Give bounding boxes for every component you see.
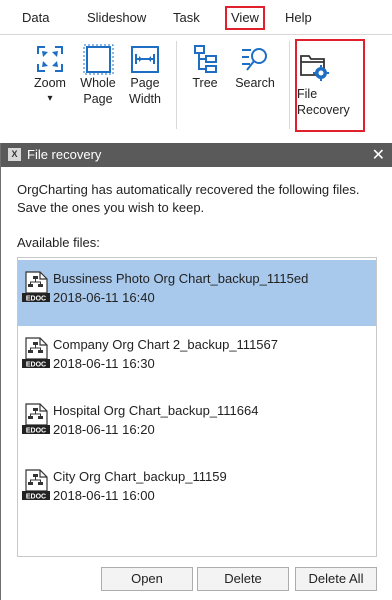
file-recovery-dialog: X File recovery ✕ OrgCharting has automa…	[0, 143, 392, 600]
whole-page-label-1: Whole	[80, 76, 116, 90]
delete-all-button[interactable]: Delete All	[295, 567, 377, 591]
whole-page-icon	[83, 44, 114, 75]
page-width-label-2: Width	[129, 92, 161, 106]
file-recovery-icon	[300, 55, 329, 81]
file-date: 2018-06-11 16:00	[53, 488, 155, 503]
file-date: 2018-06-11 16:30	[53, 356, 155, 371]
edoc-badge-text: EDOC	[26, 428, 46, 435]
file-list-item[interactable]: EDOC City Org Chart_backup_11159 2018-06…	[18, 458, 376, 524]
zoom-dropdown-arrow[interactable]: ▾	[27, 91, 73, 107]
menu-bar: Data Slideshow Task View Help	[0, 0, 392, 34]
edoc-file-icon: EDOC	[22, 271, 50, 303]
ribbon: Data Slideshow Task View Help Zoom ▾ Who…	[0, 0, 392, 137]
tree-label: Tree	[192, 76, 218, 90]
edoc-badge-text: EDOC	[26, 296, 46, 303]
file-list-item[interactable]: EDOC Company Org Chart 2_backup_111567 2…	[18, 326, 376, 392]
file-date: 2018-06-11 16:40	[53, 290, 155, 305]
search-button[interactable]: Search	[230, 43, 280, 91]
ribbon-group-separator	[176, 41, 177, 129]
ribbon-view-tab: Zoom ▾ Whole Page Page Width Tree Search…	[0, 34, 392, 137]
page-width-icon	[131, 46, 159, 73]
file-list[interactable]: EDOC Bussiness Photo Org Chart_backup_11…	[17, 257, 377, 557]
whole-page-label-2: Page	[83, 92, 113, 106]
dialog-titlebar[interactable]: X File recovery ✕	[1, 143, 392, 167]
menu-help[interactable]: Help	[285, 10, 312, 25]
available-files-label: Available files:	[17, 235, 100, 250]
edoc-badge-text: EDOC	[26, 494, 46, 501]
page-width-button[interactable]: Page Width	[124, 43, 166, 107]
app-icon: X	[8, 148, 21, 161]
file-name: Hospital Org Chart_backup_111664	[53, 403, 259, 418]
zoom-fit-icon	[37, 46, 63, 72]
zoom-button[interactable]: Zoom ▾	[27, 43, 73, 107]
search-icon	[242, 48, 267, 71]
open-button[interactable]: Open	[101, 567, 193, 591]
delete-button[interactable]: Delete	[197, 567, 289, 591]
file-date: 2018-06-11 16:20	[53, 422, 155, 437]
tree-icon	[194, 45, 217, 73]
file-list-item[interactable]: EDOC Bussiness Photo Org Chart_backup_11…	[18, 260, 376, 326]
recovery-message: OrgCharting has automatically recovered …	[17, 182, 360, 215]
file-name: City Org Chart_backup_11159	[53, 469, 227, 484]
edoc-badge-text: EDOC	[26, 362, 46, 369]
tree-button[interactable]: Tree	[187, 43, 223, 91]
whole-page-button[interactable]: Whole Page	[77, 43, 119, 107]
menu-view[interactable]: View	[225, 6, 265, 30]
file-list-item[interactable]: EDOC Hospital Org Chart_backup_111664 20…	[18, 392, 376, 458]
file-name: Bussiness Photo Org Chart_backup_1115ed	[53, 271, 309, 286]
menu-task[interactable]: Task	[173, 10, 200, 25]
close-icon[interactable]: ✕	[372, 145, 385, 165]
edoc-file-icon: EDOC	[22, 469, 50, 501]
dialog-title: File recovery	[27, 147, 102, 162]
menu-slideshow[interactable]: Slideshow	[87, 10, 146, 25]
file-recovery-button[interactable]: File Recovery	[295, 39, 365, 132]
file-recovery-label-1: File	[297, 87, 318, 101]
menu-data[interactable]: Data	[22, 10, 49, 25]
edoc-file-icon: EDOC	[22, 337, 50, 369]
file-recovery-label-2: Recovery	[297, 103, 350, 117]
edoc-file-icon: EDOC	[22, 403, 50, 435]
search-label: Search	[235, 76, 275, 90]
zoom-label: Zoom	[34, 76, 66, 90]
file-name: Company Org Chart 2_backup_111567	[53, 337, 278, 352]
ribbon-group-separator	[289, 41, 290, 129]
page-width-label-1: Page	[130, 76, 160, 90]
